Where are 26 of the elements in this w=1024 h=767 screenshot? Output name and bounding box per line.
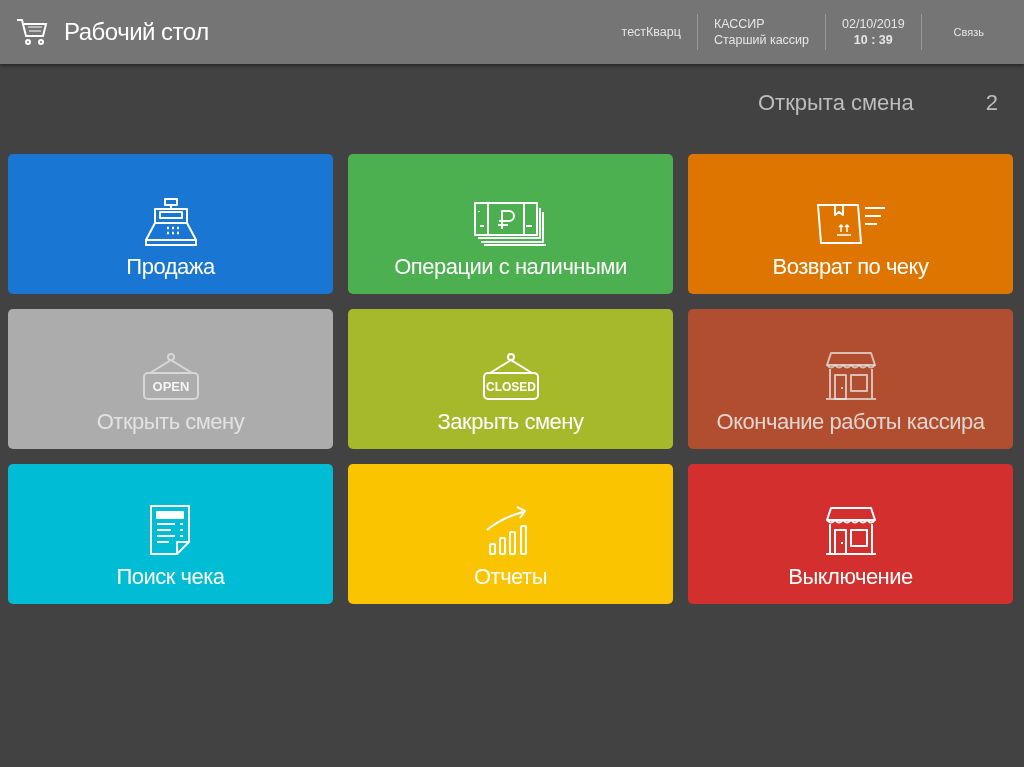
banknotes-icon (473, 201, 548, 246)
connection-status: Связь (952, 24, 985, 40)
cash-register-icon (142, 197, 199, 246)
box-icon (814, 201, 887, 246)
user-role: КАССИР (713, 15, 766, 32)
menu-tile[interactable]: Возврат по чеку (688, 154, 1013, 294)
sign-text: OPEN (152, 378, 189, 394)
storefront-icon (824, 505, 877, 556)
menu-tile[interactable]: CLOSED Закрыть смену (348, 309, 673, 449)
user-position: Старший кассир (713, 32, 810, 49)
menu-tile[interactable]: Продажа (8, 154, 333, 294)
sign-text: CLOSED (485, 379, 536, 394)
menu-tile[interactable]: Операции с наличными (348, 154, 673, 294)
hanging-sign-icon (142, 352, 199, 400)
date-text: 02/10/2019 (842, 15, 905, 32)
shift-label: Открыта смена (757, 88, 914, 117)
menu-tile[interactable]: Поиск чека (8, 464, 333, 604)
store-name: тестКварц (621, 23, 682, 41)
hanging-sign-icon (482, 352, 539, 400)
menu-tile[interactable]: Выключение (688, 464, 1013, 604)
menu-tile[interactable]: Отчеты (348, 464, 673, 604)
time-text: 10 : 39 (853, 32, 893, 49)
page-title: Рабочий стол (64, 17, 209, 47)
storefront-icon (824, 350, 877, 401)
shift-number: 2 (984, 88, 998, 117)
cart-icon (16, 18, 48, 46)
